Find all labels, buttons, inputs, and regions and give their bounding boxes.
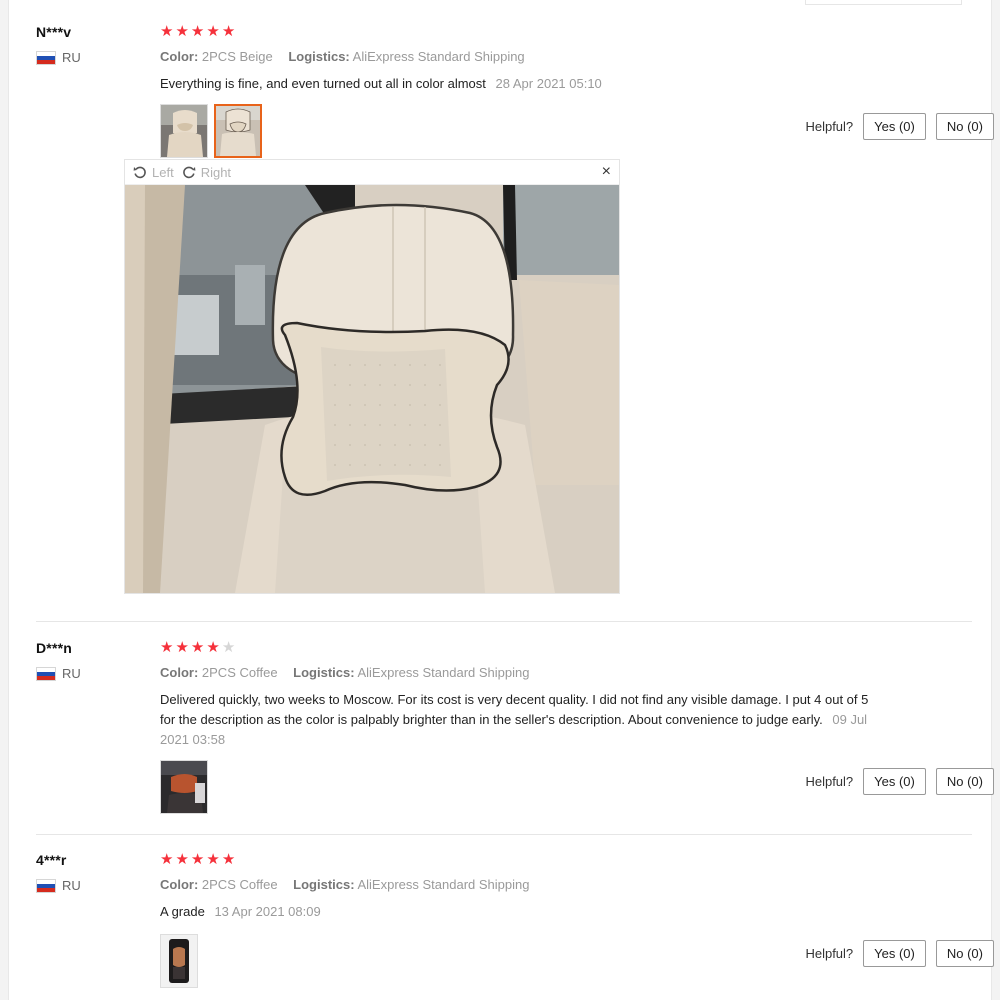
- reviewer-country: RU: [36, 50, 146, 65]
- close-icon[interactable]: ×: [602, 163, 611, 181]
- seat-photo-icon: [161, 105, 207, 157]
- star-icon: ★: [160, 639, 174, 656]
- logistics-key: Logistics:: [288, 49, 350, 64]
- logistics-value: AliExpress Standard Shipping: [357, 877, 530, 892]
- star-icon: ★: [160, 23, 174, 40]
- review-text-block: A grade 13 Apr 2021 08:09: [160, 902, 880, 922]
- country-code: RU: [62, 878, 81, 893]
- review-text-block: Everything is fine, and even turned out …: [160, 74, 880, 94]
- review-text: Delivered quickly, two weeks to Moscow. …: [160, 692, 869, 727]
- reviewer-info: 4***r RU: [36, 852, 146, 893]
- photo-thumbnail-selected[interactable]: [214, 104, 262, 158]
- star-icon: ★: [206, 23, 220, 40]
- russia-flag-icon: [36, 878, 56, 893]
- logistics-key: Logistics:: [293, 665, 355, 680]
- rotate-left-icon: [133, 166, 146, 179]
- order-details: Color: 2PCS Coffee Logistics: AliExpress…: [160, 877, 972, 892]
- country-code: RU: [62, 50, 81, 65]
- star-icon: ★: [175, 639, 189, 656]
- review-divider: [36, 834, 972, 835]
- order-details: Color: 2PCS Beige Logistics: AliExpress …: [160, 49, 972, 64]
- rotate-left-control[interactable]: Left: [133, 165, 174, 180]
- review-date: 13 Apr 2021 08:09: [214, 904, 321, 919]
- review-photos: [160, 760, 208, 814]
- seat-photo-icon: [161, 935, 197, 987]
- photo-thumbnail[interactable]: [160, 934, 198, 988]
- review-content: ★ ★ ★ ★ ★ Color: 2PCS Beige Logistics: A…: [160, 24, 972, 94]
- reviewer-name: D***n: [36, 640, 73, 656]
- rotate-right-control[interactable]: Right: [182, 165, 231, 180]
- reviewer-info: N***v RU: [36, 24, 146, 65]
- star-icon: ★: [190, 23, 205, 40]
- helpful-no-button[interactable]: No (0): [935, 113, 994, 140]
- color-value: 2PCS Coffee: [201, 877, 278, 892]
- review-photo-large: [125, 185, 619, 593]
- helpful-vote: Helpful? Yes (0) No (0): [805, 113, 994, 140]
- russia-flag-icon: [36, 666, 56, 681]
- star-rating: ★ ★ ★ ★ ★: [160, 852, 972, 868]
- viewer-toolbar: Left Right ×: [125, 160, 619, 185]
- reviewer-name: N***v: [36, 24, 72, 40]
- star-empty-icon: ★: [221, 639, 236, 656]
- seat-photo-icon: [216, 106, 260, 156]
- seat-photo-icon: [161, 761, 207, 813]
- color-key: Color:: [160, 49, 199, 64]
- color-value: 2PCS Beige: [201, 49, 273, 64]
- rotate-right-label: Right: [200, 164, 232, 180]
- helpful-yes-button[interactable]: Yes (0): [863, 940, 926, 967]
- helpful-no-button[interactable]: No (0): [935, 768, 994, 795]
- review-photos: [160, 104, 262, 158]
- star-icon: ★: [221, 23, 236, 40]
- helpful-label: Helpful?: [805, 774, 854, 789]
- reviewer-country: RU: [36, 878, 146, 893]
- reviewer-name: 4***r: [36, 852, 67, 868]
- left-frame-edge: [0, 0, 9, 1000]
- review-text-block: Delivered quickly, two weeks to Moscow. …: [160, 690, 880, 750]
- review-text: Everything is fine, and even turned out …: [160, 76, 486, 91]
- color-value: 2PCS Coffee: [201, 665, 278, 680]
- right-frame-edge: [991, 0, 1000, 1000]
- review-content: ★ ★ ★ ★ ★ Color: 2PCS Coffee Logistics: …: [160, 852, 972, 922]
- color-key: Color:: [160, 877, 199, 892]
- star-icon: ★: [206, 851, 220, 868]
- cut-off-control: [805, 0, 962, 5]
- color-key: Color:: [160, 665, 199, 680]
- star-rating: ★ ★ ★ ★ ★: [160, 640, 972, 656]
- logistics-key: Logistics:: [293, 877, 355, 892]
- photo-thumbnail[interactable]: [160, 104, 208, 158]
- photo-viewer: Left Right ×: [124, 159, 620, 594]
- reviewer-country: RU: [36, 666, 146, 681]
- photo-thumbnail[interactable]: [160, 760, 208, 814]
- star-icon: ★: [160, 851, 174, 868]
- logistics-value: AliExpress Standard Shipping: [352, 49, 525, 64]
- helpful-label: Helpful?: [805, 946, 854, 961]
- logistics-value: AliExpress Standard Shipping: [357, 665, 530, 680]
- order-details: Color: 2PCS Coffee Logistics: AliExpress…: [160, 665, 972, 680]
- country-code: RU: [62, 666, 81, 681]
- helpful-yes-button[interactable]: Yes (0): [863, 768, 926, 795]
- top-frame-edge: [0, 0, 1000, 6]
- review-date: 28 Apr 2021 05:10: [495, 76, 602, 91]
- star-icon: ★: [175, 23, 189, 40]
- helpful-vote: Helpful? Yes (0) No (0): [805, 768, 994, 795]
- star-icon: ★: [206, 639, 220, 656]
- review-text: A grade: [160, 904, 205, 919]
- reviewer-info: D***n RU: [36, 640, 146, 681]
- star-icon: ★: [221, 851, 236, 868]
- rotate-left-label: Left: [152, 164, 174, 180]
- star-icon: ★: [190, 639, 205, 656]
- star-rating: ★ ★ ★ ★ ★: [160, 24, 972, 40]
- russia-flag-icon: [36, 50, 56, 65]
- helpful-yes-button[interactable]: Yes (0): [863, 113, 926, 140]
- rotate-right-icon: [182, 166, 196, 179]
- helpful-no-button[interactable]: No (0): [935, 940, 994, 967]
- review-content: ★ ★ ★ ★ ★ Color: 2PCS Coffee Logistics: …: [160, 640, 972, 750]
- helpful-vote: Helpful? Yes (0) No (0): [805, 940, 994, 967]
- review-divider: [36, 621, 972, 622]
- star-icon: ★: [175, 851, 189, 868]
- star-icon: ★: [190, 851, 205, 868]
- review-photos: [160, 934, 198, 988]
- helpful-label: Helpful?: [805, 119, 854, 134]
